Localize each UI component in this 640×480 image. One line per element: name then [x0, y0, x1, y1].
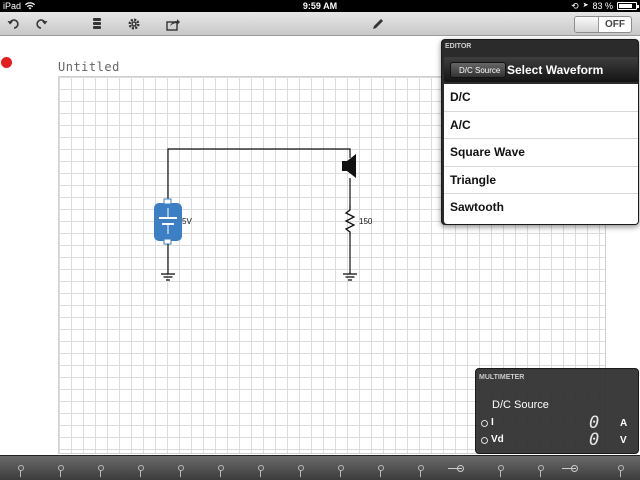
current-radio[interactable] [481, 420, 488, 427]
tray-slot-icon[interactable] [378, 465, 384, 477]
multimeter-source-label: D/C Source [492, 399, 549, 411]
multimeter-panel: MULTIMETER D/C Source I 0 A Vd 0 V [475, 368, 639, 454]
speaker-component[interactable] [342, 154, 356, 178]
tray-slot-icon[interactable] [298, 465, 304, 477]
tray-slot-icon[interactable] [218, 465, 224, 477]
editor-nav-title: Select Waveform [507, 63, 604, 77]
tray-slot-icon[interactable] [178, 465, 184, 477]
component-tray[interactable] [0, 455, 640, 480]
waveform-option-square[interactable]: Square Wave [444, 139, 638, 167]
tray-key-icon[interactable] [448, 465, 464, 472]
tray-slot-icon[interactable] [618, 465, 624, 477]
waveform-option-dc[interactable]: D/C [444, 84, 638, 112]
tray-slot-icon[interactable] [418, 465, 424, 477]
waveform-option-triangle[interactable]: Triangle [444, 167, 638, 194]
voltage-reading-row: Vd 0 V [481, 430, 631, 450]
current-unit: A [620, 418, 628, 429]
resistor-component[interactable] [343, 205, 357, 281]
tray-key-icon[interactable] [562, 465, 578, 472]
tray-slot-icon[interactable] [538, 465, 544, 477]
waveform-option-ac[interactable]: A/C [444, 112, 638, 139]
tray-slot-icon[interactable] [498, 465, 504, 477]
editor-panel: EDITOR D/C Source Select Waveform D/C A/… [441, 39, 639, 225]
battery-source-component[interactable] [154, 198, 182, 281]
tray-slot-icon[interactable] [58, 465, 64, 477]
editor-nav-bar: D/C Source Select Waveform [444, 57, 638, 82]
tray-slot-icon[interactable] [338, 465, 344, 477]
wire-top[interactable] [167, 148, 351, 202]
voltage-radio[interactable] [481, 437, 488, 444]
voltage-value: 0 [589, 430, 600, 450]
current-label: I [491, 417, 494, 428]
voltage-label: Vd [491, 434, 504, 445]
waveform-list: D/C A/C Square Wave Triangle Sawtooth [444, 84, 638, 224]
waveform-option-sawtooth[interactable]: Sawtooth [444, 194, 638, 222]
current-reading-row: I 0 A [481, 413, 631, 433]
tray-slot-icon[interactable] [98, 465, 104, 477]
battery-voltage-label: 5V [182, 217, 192, 226]
tray-slot-icon[interactable] [258, 465, 264, 477]
resistor-value-label: 150 [359, 217, 373, 226]
tray-slot-icon[interactable] [138, 465, 144, 477]
tray-slot-icon[interactable] [18, 465, 24, 477]
back-button[interactable]: D/C Source [450, 62, 507, 78]
multimeter-panel-title: MULTIMETER [479, 374, 525, 381]
voltage-unit: V [620, 435, 627, 446]
editor-panel-title: EDITOR [445, 43, 472, 50]
